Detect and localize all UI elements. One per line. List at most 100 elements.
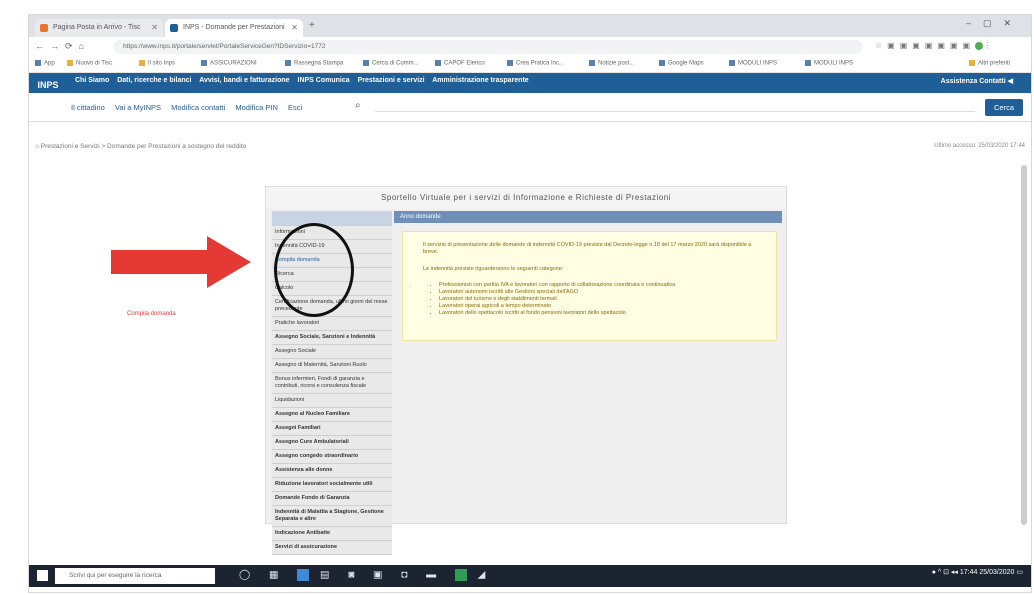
bookmark-item[interactable]: ASSICURAZIONI bbox=[201, 60, 257, 67]
windows-taskbar: Scrivi qui per eseguire la ricerca ◯ ▦ ▤… bbox=[29, 565, 1031, 587]
mail-favicon-icon bbox=[40, 24, 48, 32]
close-icon[interactable]: ✕ bbox=[291, 19, 298, 37]
bookmark-icon bbox=[201, 60, 207, 66]
menu-item[interactable]: Liquidazioni bbox=[272, 394, 392, 408]
sub-nav-item[interactable]: Vai a MyINPS bbox=[115, 103, 161, 112]
top-nav-item[interactable]: Chi Siamo bbox=[75, 77, 109, 84]
top-nav-item[interactable]: Amministrazione trasparente bbox=[432, 77, 528, 84]
bookmark-item[interactable]: Notizie post... bbox=[589, 60, 634, 67]
menu-item[interactable]: Assegno Cure Ambulatoriali bbox=[272, 436, 392, 450]
intro-text-2: Le indennità previste riguarderanno le s… bbox=[423, 266, 564, 272]
info-marker-icon: ◦ bbox=[409, 284, 412, 290]
profile-icon[interactable] bbox=[975, 41, 984, 50]
menu-item[interactable]: Indicazione Antibatte bbox=[272, 527, 392, 541]
menu-item[interactable]: Assegno di Maternità, Sanzioni Ruolo bbox=[272, 359, 392, 373]
home-icon[interactable]: ⌂ bbox=[35, 143, 39, 150]
window-controls[interactable]: –▢✕ bbox=[966, 18, 1023, 29]
assistenza-link[interactable]: Assistenza bbox=[941, 78, 978, 85]
search-input[interactable] bbox=[375, 111, 975, 112]
menu-item[interactable]: Servizi di assicurazione bbox=[272, 541, 392, 555]
bookmark-item[interactable]: Altri preferiti bbox=[969, 60, 1010, 67]
edge-icon[interactable] bbox=[297, 569, 310, 581]
tab-label: INPS - Domande per Prestazioni bbox=[183, 24, 285, 31]
bookmark-icon bbox=[659, 60, 665, 66]
top-nav-item[interactable]: Prestazioni e servizi bbox=[358, 77, 425, 84]
list-item: Professionisti con partita IVA e lavorat… bbox=[439, 282, 759, 289]
nav-buttons[interactable]: ←→⟳⌂ bbox=[35, 41, 90, 52]
bookmark-item[interactable]: MODULI INPS bbox=[729, 60, 777, 67]
bookmark-item[interactable]: MODULI INPS bbox=[805, 60, 853, 67]
folder-icon bbox=[969, 60, 975, 66]
menu-item[interactable]: Assegni Familiari bbox=[272, 422, 392, 436]
top-nav-item[interactable]: INPS Comunica bbox=[298, 77, 350, 84]
bookmark-item[interactable]: App bbox=[35, 60, 55, 67]
tray-icons[interactable]: ● ^ ⊡ ◂◂ bbox=[932, 569, 960, 576]
menu-item[interactable]: Assegno Sociale, Sanzioni e Indennità bbox=[272, 331, 392, 345]
tab-label: Pagina Posta in Arrivo - Tisc bbox=[53, 24, 141, 31]
browser-tab-mail[interactable]: Pagina Posta in Arrivo - Tisc ✕ bbox=[35, 19, 163, 37]
menu-item[interactable]: Assistenza alle donne bbox=[272, 464, 392, 478]
bookmark-icon bbox=[507, 60, 513, 66]
bookmark-icon bbox=[139, 60, 145, 66]
bookmarks-bar: App Nuovo di Tisc Il sito Inps ASSICURAZ… bbox=[29, 57, 1031, 73]
breadcrumb: ⌂ Prestazioni e Servizi > Domande per Pr… bbox=[35, 143, 247, 150]
list-item: Lavoratori operai agricoli a tempo deter… bbox=[439, 303, 759, 310]
bookmark-item[interactable]: Crea Pratica Inc... bbox=[507, 60, 564, 67]
top-nav: Chi Siamo Dati, ricerche e bilanci Avvis… bbox=[75, 77, 535, 84]
sub-nav-item[interactable]: Modifica PIN bbox=[235, 103, 278, 112]
sub-nav-item[interactable]: Modifica contatti bbox=[171, 103, 225, 112]
top-right-links: Assistenza Contatti ◀ bbox=[941, 77, 1013, 85]
bookmark-icon bbox=[805, 60, 811, 66]
bookmark-item[interactable]: CAPOF Elenco bbox=[435, 60, 485, 67]
excel-icon[interactable] bbox=[454, 569, 467, 581]
annotation-label: Compila domanda bbox=[127, 311, 176, 317]
menu-item[interactable]: Domande Fondo di Garanzia bbox=[272, 492, 392, 506]
menu-item[interactable]: Indennità di Malattia a Stagione, Gestio… bbox=[272, 506, 392, 527]
new-tab-icon[interactable]: + bbox=[309, 20, 315, 31]
bookmark-item[interactable]: Rassegna Stampa bbox=[285, 60, 343, 67]
bookmark-icon bbox=[67, 60, 73, 66]
search-button[interactable]: Cerca bbox=[985, 99, 1023, 116]
share-icon[interactable]: ◀ bbox=[1008, 78, 1013, 85]
portal-panel: Sportello Virtuale per i servizi di Info… bbox=[265, 186, 787, 555]
top-nav-item[interactable]: Dati, ricerche e bilanci bbox=[117, 77, 191, 84]
bookmark-item[interactable]: Cerca di Comm... bbox=[363, 60, 419, 67]
category-list: Professionisti con partita IVA e lavorat… bbox=[439, 282, 759, 317]
menu-item[interactable]: Pratiche lavoratori bbox=[272, 317, 392, 331]
portal-title: Sportello Virtuale per i servizi di Info… bbox=[266, 187, 786, 209]
sub-nav: Il cittadino Vai a MyINPS Modifica conta… bbox=[29, 93, 1031, 122]
bookmark-icon bbox=[589, 60, 595, 66]
notifications-icon[interactable]: ▭ bbox=[1016, 569, 1023, 576]
menu-item[interactable]: Riduzione lavoratori socialmente utili bbox=[272, 478, 392, 492]
apps-icon bbox=[35, 60, 41, 66]
scrollbar[interactable] bbox=[1021, 165, 1027, 525]
menu-item[interactable]: Bonus infermieri, Fondi di garanzia e co… bbox=[272, 373, 392, 394]
panel-header: Anno domande bbox=[394, 211, 782, 223]
sub-nav-item[interactable]: Esci bbox=[288, 103, 302, 112]
browser-tab-strip: Pagina Posta in Arrivo - Tisc ✕ INPS - D… bbox=[29, 15, 1031, 37]
bookmark-icon bbox=[285, 60, 291, 66]
bookmark-item[interactable]: Il sito Inps bbox=[139, 60, 175, 67]
top-nav-item[interactable]: Avvisi, bandi e fatturazione bbox=[199, 77, 289, 84]
bookmark-item[interactable]: Nuovo di Tisc bbox=[67, 60, 112, 67]
sub-nav-item[interactable]: Il cittadino bbox=[71, 103, 105, 112]
list-item: Lavoratori del turismo e degli stabilime… bbox=[439, 296, 759, 303]
browser-tab-inps[interactable]: INPS - Domande per Prestazioni ✕ bbox=[165, 19, 303, 37]
system-tray[interactable]: ● ^ ⊡ ◂◂ 17:44 25/03/2020 ▭ bbox=[932, 568, 1023, 576]
extension-icons[interactable]: ☆▣▣▣▣▣▣▣ ⋮ bbox=[875, 41, 996, 50]
url-bar[interactable]: https://www.inps.it/portale/servlet/Port… bbox=[113, 40, 863, 54]
taskbar-search-input[interactable]: Scrivi qui per eseguire la ricerca bbox=[55, 568, 215, 584]
bookmark-icon bbox=[363, 60, 369, 66]
contatti-link[interactable]: Contatti bbox=[979, 78, 1005, 85]
bookmark-item[interactable]: Google Maps bbox=[659, 60, 704, 67]
bookmark-icon bbox=[729, 60, 735, 66]
menu-item[interactable] bbox=[272, 211, 392, 226]
menu-item[interactable]: Assegno congedo straordinario bbox=[272, 450, 392, 464]
search-icon[interactable]: ⌕ bbox=[355, 100, 361, 111]
clock[interactable]: 17:44 25/03/2020 bbox=[960, 569, 1015, 576]
close-icon[interactable]: ✕ bbox=[151, 19, 158, 37]
menu-item[interactable]: Assegno Sociale bbox=[272, 345, 392, 359]
windows-start-icon[interactable] bbox=[37, 570, 48, 581]
taskbar-apps[interactable]: ◯ ▦ ▤ ◙ ▣ ◘ ▬ ◢ bbox=[239, 569, 493, 581]
menu-item[interactable]: Assegno al Nucleo Familiare bbox=[272, 408, 392, 422]
